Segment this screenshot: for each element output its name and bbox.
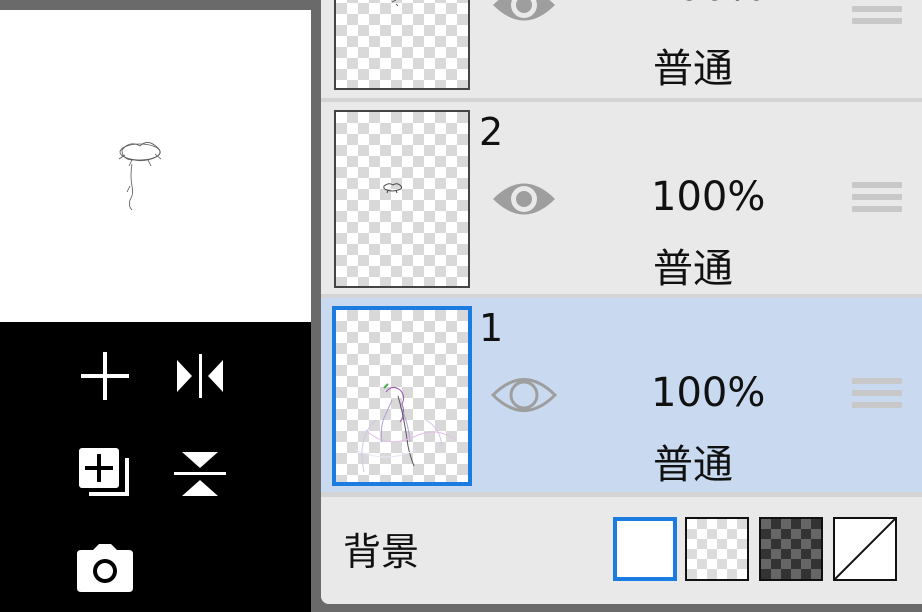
flip-vertical-button[interactable] (170, 444, 230, 504)
visibility-eye-icon[interactable] (489, 372, 559, 418)
layer-row[interactable]: 2 100% 普通 (321, 102, 922, 294)
background-label: 背景 (343, 530, 420, 574)
camera-icon (77, 544, 133, 592)
diagonal-slash-icon (835, 519, 895, 579)
flip-vertical-icon (174, 452, 226, 496)
visibility-eye-icon[interactable] (489, 176, 559, 222)
layer-opacity[interactable]: 100% (651, 0, 765, 10)
flip-horizontal-icon (177, 354, 223, 398)
background-selector: 背景 (321, 497, 922, 604)
layer-blend-mode[interactable]: 普通 (653, 432, 733, 490)
layer-blend-mode[interactable]: 普通 (653, 236, 733, 294)
layers-panel: 100% 普通 2 100% 普通 (321, 0, 922, 604)
left-tool-panel (0, 10, 311, 612)
visibility-eye-icon[interactable] (489, 0, 559, 28)
drag-handle-icon[interactable] (852, 178, 902, 222)
background-white-option[interactable] (613, 517, 677, 581)
canvas-preview[interactable] (0, 10, 311, 322)
flower-sketch (118, 142, 162, 211)
add-button[interactable] (75, 346, 135, 406)
layer-row[interactable]: 100% 普通 (321, 0, 922, 98)
drag-handle-icon[interactable] (852, 0, 902, 34)
layer-row-selected[interactable]: 1 100% 普通 (321, 298, 922, 492)
add-layer-button[interactable] (75, 442, 135, 502)
layer-thumbnail[interactable] (334, 110, 470, 288)
layer-opacity[interactable]: 100% (651, 174, 765, 220)
layer-number: 1 (479, 306, 504, 350)
camera-button[interactable] (75, 538, 135, 598)
thumbnail-sketch (391, 0, 399, 7)
thumbnail-sketch (355, 383, 457, 473)
layer-opacity[interactable]: 100% (651, 370, 765, 416)
drag-handle-icon[interactable] (852, 374, 902, 418)
background-light-checker-option[interactable] (685, 517, 749, 581)
layer-thumbnail[interactable] (332, 306, 472, 486)
background-transparent-option[interactable] (833, 517, 897, 581)
layer-blend-mode[interactable]: 普通 (653, 36, 733, 94)
background-dark-checker-option[interactable] (759, 517, 823, 581)
flip-horizontal-button[interactable] (170, 346, 230, 406)
layer-thumbnail[interactable] (334, 0, 470, 90)
thumbnail-sketch (383, 183, 403, 194)
plus-icon (81, 352, 129, 400)
add-layer-icon (79, 448, 129, 496)
layer-number: 2 (479, 110, 504, 154)
